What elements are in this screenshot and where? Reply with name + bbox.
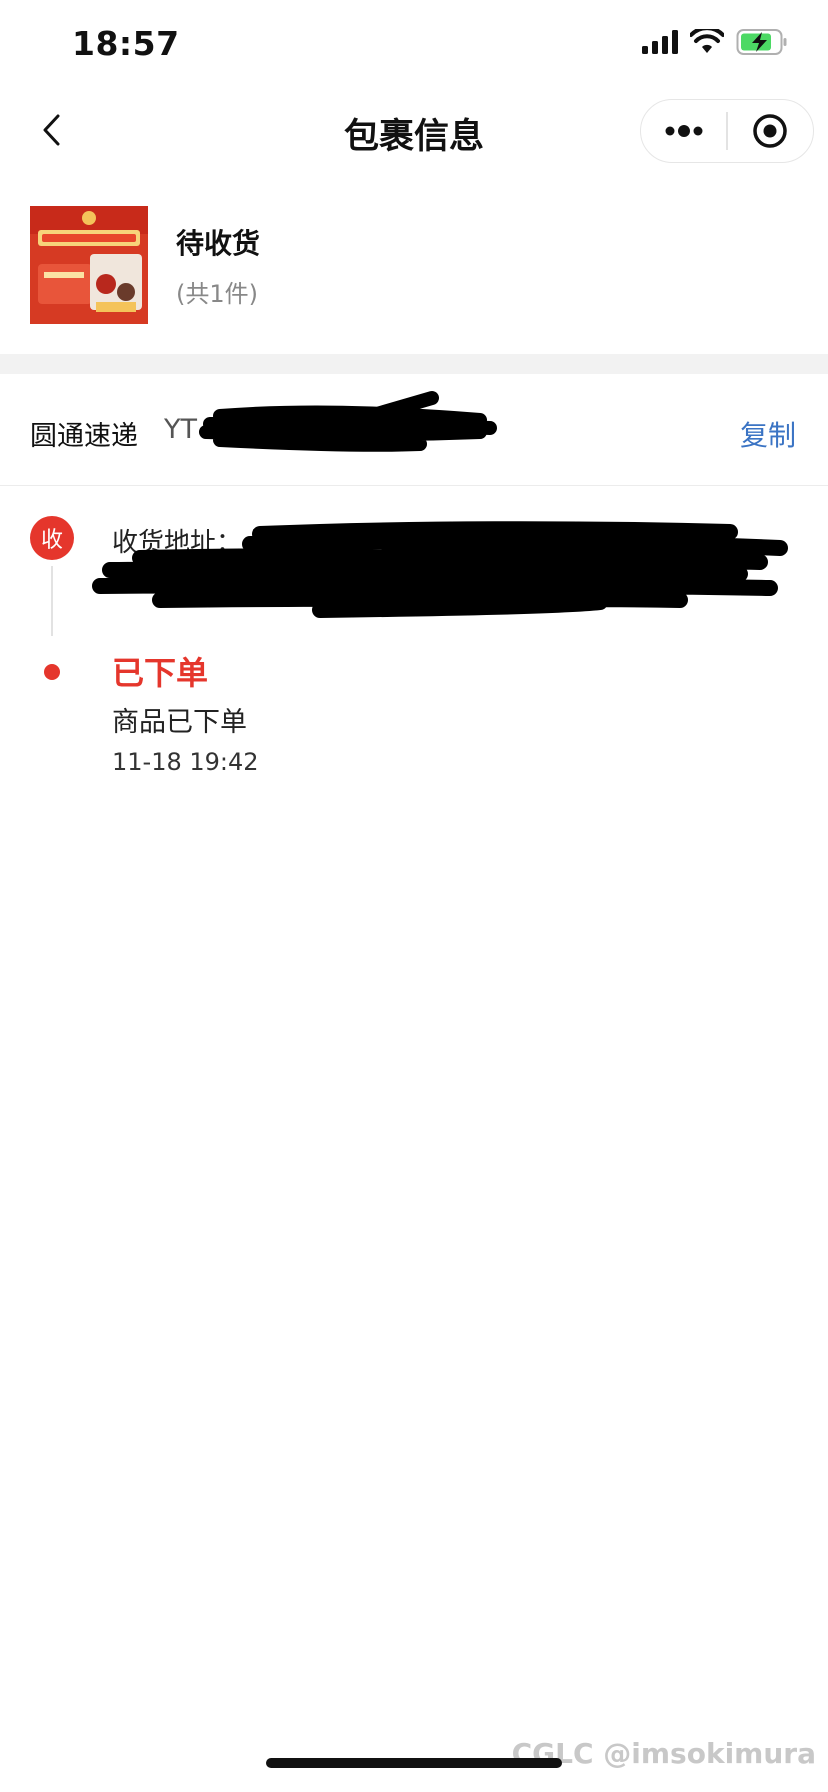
product-row[interactable]: 待收货 (共1件): [0, 200, 828, 340]
timeline-step-time: 11-18 19:42: [112, 748, 259, 776]
receive-badge: 收: [30, 516, 74, 560]
mini-program-capsule: [640, 99, 814, 163]
close-button[interactable]: [728, 100, 813, 162]
product-thumbnail: [30, 206, 148, 324]
redaction-scribble: [92, 521, 788, 618]
battery-charging-icon: [736, 29, 787, 55]
courier-name: 圆通速递: [30, 421, 138, 452]
timeline-step-title: 已下单: [112, 654, 209, 692]
status-bar: 18:57: [0, 0, 828, 90]
section-divider: [0, 354, 828, 374]
copy-button[interactable]: 复制: [740, 414, 796, 454]
cellular-signal-icon: [642, 30, 678, 54]
timeline-dot: [44, 664, 60, 680]
timeline-step-description: 商品已下单: [112, 707, 247, 738]
order-status: 待收货: [176, 227, 261, 260]
navigation-bar: 包裹信息: [0, 90, 828, 170]
item-count: (共1件): [176, 280, 258, 308]
tracking-timeline: 收 收货地址：上 已下单 商品已下单 11-18 19:42: [0, 486, 828, 826]
package-info-page: 18:57 包裹信息 待收货 (共1件) 圆通速递 YT 复制 收 收货地址：上…: [0, 0, 828, 1792]
redaction-scribble: [199, 391, 497, 452]
home-indicator: [266, 1758, 562, 1768]
status-time: 18:57: [72, 24, 180, 63]
more-button[interactable]: [641, 100, 726, 162]
courier-row: 圆通速递 YT 复制: [0, 374, 828, 486]
timeline-line: [51, 566, 53, 636]
target-circle-icon: [753, 114, 788, 148]
wifi-icon: [690, 29, 724, 53]
more-dots-icon: [665, 125, 703, 137]
status-icons: [642, 28, 788, 56]
